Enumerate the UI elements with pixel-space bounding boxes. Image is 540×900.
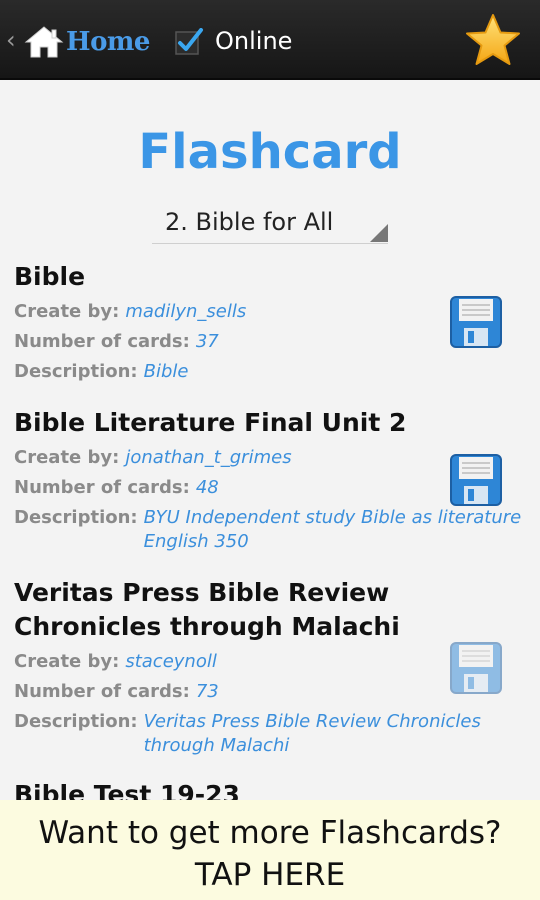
save-disk-icon[interactable]	[450, 642, 502, 694]
deck-title: Bible	[14, 262, 86, 291]
promo-line-1: Want to get more Flashcards?	[38, 815, 502, 851]
deck-title: Bible Test 19-23	[14, 780, 240, 800]
cards-value: 73	[195, 681, 219, 702]
save-disk-icon[interactable]	[450, 454, 502, 506]
page-title: Flashcard	[138, 124, 402, 180]
description-value: BYU Independent study Bible as literatur…	[143, 507, 522, 552]
description-value: Veritas Press Bible Review Chronicles th…	[143, 711, 481, 756]
save-disk-icon[interactable]	[450, 296, 502, 348]
description-value: Bible	[143, 361, 189, 382]
cards-label: Number of cards:	[14, 681, 190, 702]
creator-label: Create by:	[14, 651, 120, 672]
deck-item[interactable]: Bible Test 19-23	[14, 778, 536, 800]
action-bar: ‹ Home Online	[0, 0, 540, 80]
deck-title: Bible Literature Final Unit 2	[14, 408, 407, 437]
cards-label: Number of cards:	[14, 331, 190, 352]
deck-description-row: Description: Veritas Press Bible Review …	[14, 710, 536, 758]
dropdown-corner-icon	[370, 224, 388, 242]
description-label: Description:	[14, 507, 138, 528]
creator-value: jonathan_t_grimes	[125, 447, 292, 468]
flashcard-screen: ‹ Home Online Flashcard 2. Bible for All…	[0, 0, 540, 900]
category-dropdown[interactable]: 2. Bible for All	[152, 204, 388, 244]
home-button[interactable]: Home	[24, 22, 150, 62]
description-label: Description:	[14, 711, 138, 732]
online-checkbox[interactable]: Online	[175, 25, 292, 57]
content-area[interactable]: Flashcard 2. Bible for All Bible Create …	[0, 80, 540, 800]
cards-value: 48	[195, 477, 219, 498]
creator-value: staceynoll	[125, 651, 217, 672]
deck-description-row: Description: BYU Independent study Bible…	[14, 506, 536, 554]
star-icon[interactable]	[463, 12, 523, 70]
cards-value: 37	[195, 331, 219, 352]
creator-value: madilyn_sells	[125, 301, 247, 322]
online-label: Online	[215, 27, 293, 55]
creator-label: Create by:	[14, 301, 120, 322]
home-label: Home	[66, 27, 150, 57]
back-chevron-icon[interactable]: ‹	[6, 27, 16, 53]
deck-title: Veritas Press Bible Review Chronicles th…	[14, 578, 400, 641]
creator-label: Create by:	[14, 447, 120, 468]
promo-line-2: TAP HERE	[194, 857, 346, 893]
promo-banner[interactable]: Want to get more Flashcards? TAP HERE	[0, 800, 540, 900]
checkbox-icon	[175, 28, 203, 55]
deck-description-row: Description: Bible	[14, 360, 536, 384]
description-label: Description:	[14, 361, 138, 382]
home-icon	[24, 26, 64, 58]
category-selected-value: 2. Bible for All	[165, 208, 334, 236]
cards-label: Number of cards:	[14, 477, 190, 498]
